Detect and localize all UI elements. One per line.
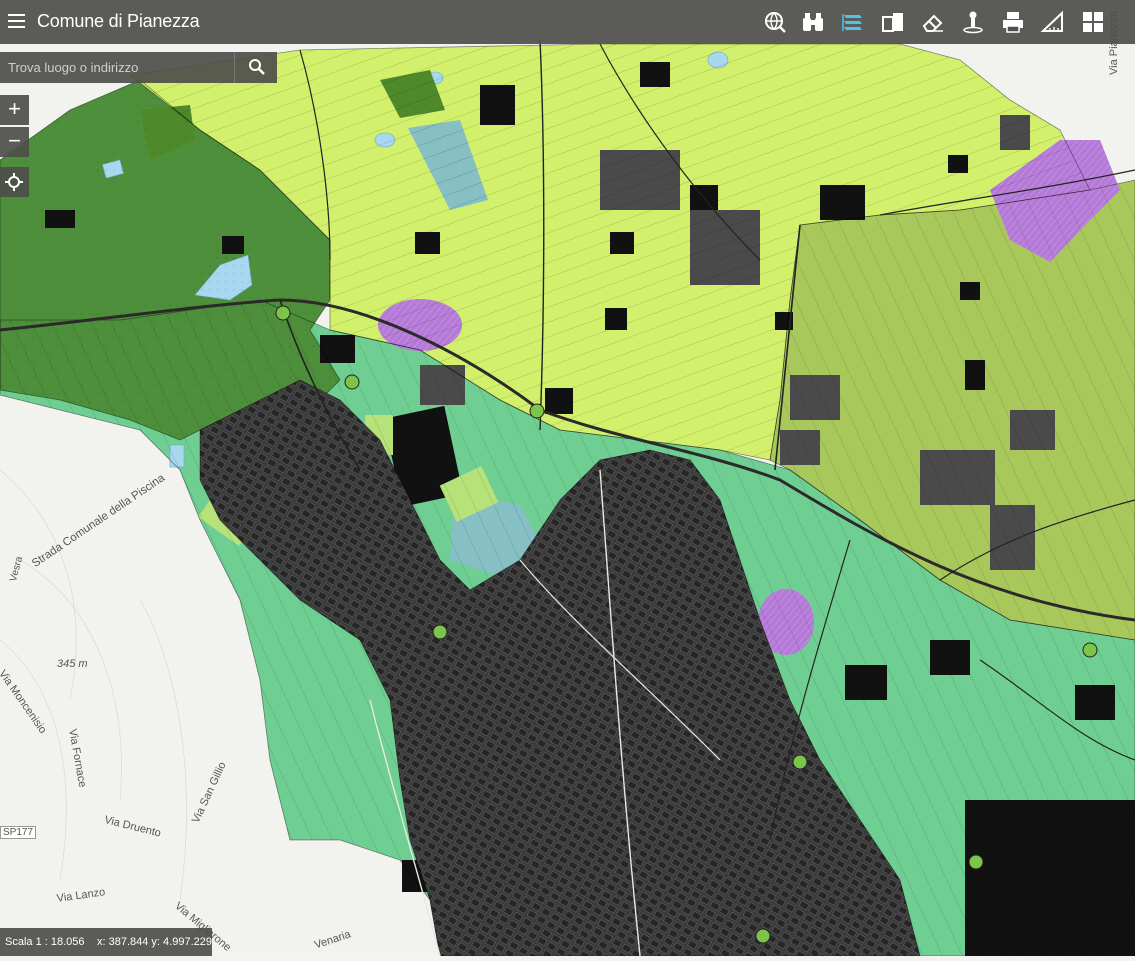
- globe-search-icon[interactable]: [762, 9, 788, 35]
- search-bar: [0, 52, 277, 83]
- search-icon: [249, 59, 265, 75]
- map-canvas[interactable]: [0, 0, 1135, 957]
- app-title: Comune di Pianezza: [37, 11, 200, 31]
- scale-readout: Scala 1 : 18.056: [5, 936, 85, 948]
- print-icon[interactable]: [1000, 9, 1026, 35]
- crosshair-icon: [5, 173, 23, 191]
- app-header: Comune di Pianezza: [0, 0, 1135, 44]
- status-bar: Scala 1 : 18.056 x: 387.844 y: 4.997.229: [0, 928, 212, 956]
- hamburger-menu-icon[interactable]: [6, 10, 28, 32]
- elevation-label: 345 m: [57, 658, 88, 670]
- basemap-grid-icon[interactable]: [1080, 9, 1106, 35]
- measure-icon[interactable]: [1040, 9, 1066, 35]
- compare-icon[interactable]: [880, 9, 906, 35]
- eraser-icon[interactable]: [920, 9, 946, 35]
- binoculars-icon[interactable]: [800, 9, 826, 35]
- search-button[interactable]: [234, 52, 278, 83]
- layers-icon[interactable]: [840, 9, 866, 35]
- coordinate-readout: x: 387.844 y: 4.997.229: [97, 936, 212, 948]
- road-label-sp177: SP177: [0, 826, 37, 839]
- zoom-out-button[interactable]: −: [0, 127, 29, 157]
- zoom-in-button[interactable]: +: [0, 95, 29, 125]
- search-input[interactable]: [0, 52, 230, 83]
- locate-button[interactable]: [0, 167, 29, 197]
- pin-icon[interactable]: [960, 9, 986, 35]
